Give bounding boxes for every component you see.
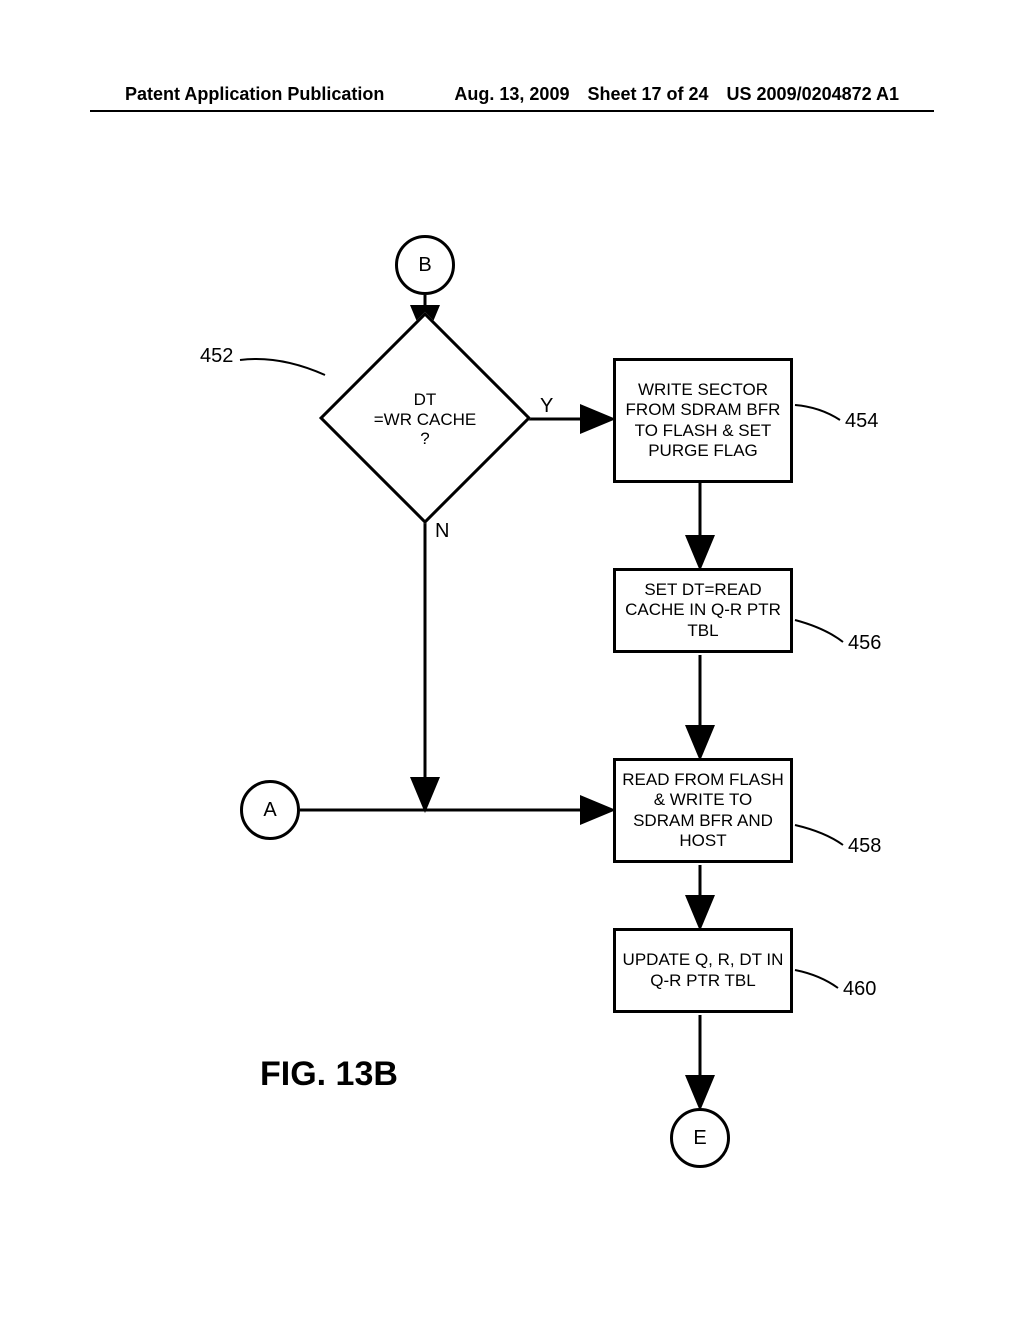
process-460-text: UPDATE Q, R, DT IN Q-R PTR TBL [622, 950, 784, 991]
decision-no-label: N [435, 520, 449, 543]
process-458: READ FROM FLASH & WRITE TO SDRAM BFR AND… [613, 758, 793, 863]
process-454-text: WRITE SECTOR FROM SDRAM BFR TO FLASH & S… [622, 380, 784, 462]
connector-a-label: A [263, 799, 276, 822]
connector-b-label: B [418, 254, 431, 277]
process-456-text: SET DT=READ CACHE IN Q-R PTR TBL [622, 580, 784, 641]
header-date: Aug. 13, 2009 [454, 84, 569, 105]
ref-454: 454 [845, 410, 878, 433]
ref-456: 456 [848, 632, 881, 655]
ref-452: 452 [200, 345, 233, 368]
header-sheet: Sheet 17 of 24 [587, 84, 708, 105]
header-left: Patent Application Publication [125, 84, 384, 105]
page-header: Patent Application Publication Aug. 13, … [0, 84, 1024, 105]
connector-a: A [240, 780, 300, 840]
header-rule [90, 110, 934, 112]
connector-e: E [670, 1108, 730, 1168]
ref-460: 460 [843, 978, 876, 1001]
decision-text: DT =WR CACHE ? [350, 390, 500, 449]
process-458-text: READ FROM FLASH & WRITE TO SDRAM BFR AND… [622, 770, 784, 852]
figure-label: FIG. 13B [260, 1055, 398, 1094]
header-pub: US 2009/0204872 A1 [727, 84, 899, 105]
process-456: SET DT=READ CACHE IN Q-R PTR TBL [613, 568, 793, 653]
process-454: WRITE SECTOR FROM SDRAM BFR TO FLASH & S… [613, 358, 793, 483]
process-460: UPDATE Q, R, DT IN Q-R PTR TBL [613, 928, 793, 1013]
connector-e-label: E [693, 1127, 706, 1150]
header-right: Aug. 13, 2009 Sheet 17 of 24 US 2009/020… [454, 84, 899, 105]
flowchart-arrows [0, 200, 1024, 1250]
ref-458: 458 [848, 835, 881, 858]
decision-yes-label: Y [540, 395, 553, 418]
connector-b: B [395, 235, 455, 295]
flowchart: B DT =WR CACHE ? Y N 452 WRITE SECTOR FR… [0, 200, 1024, 1250]
